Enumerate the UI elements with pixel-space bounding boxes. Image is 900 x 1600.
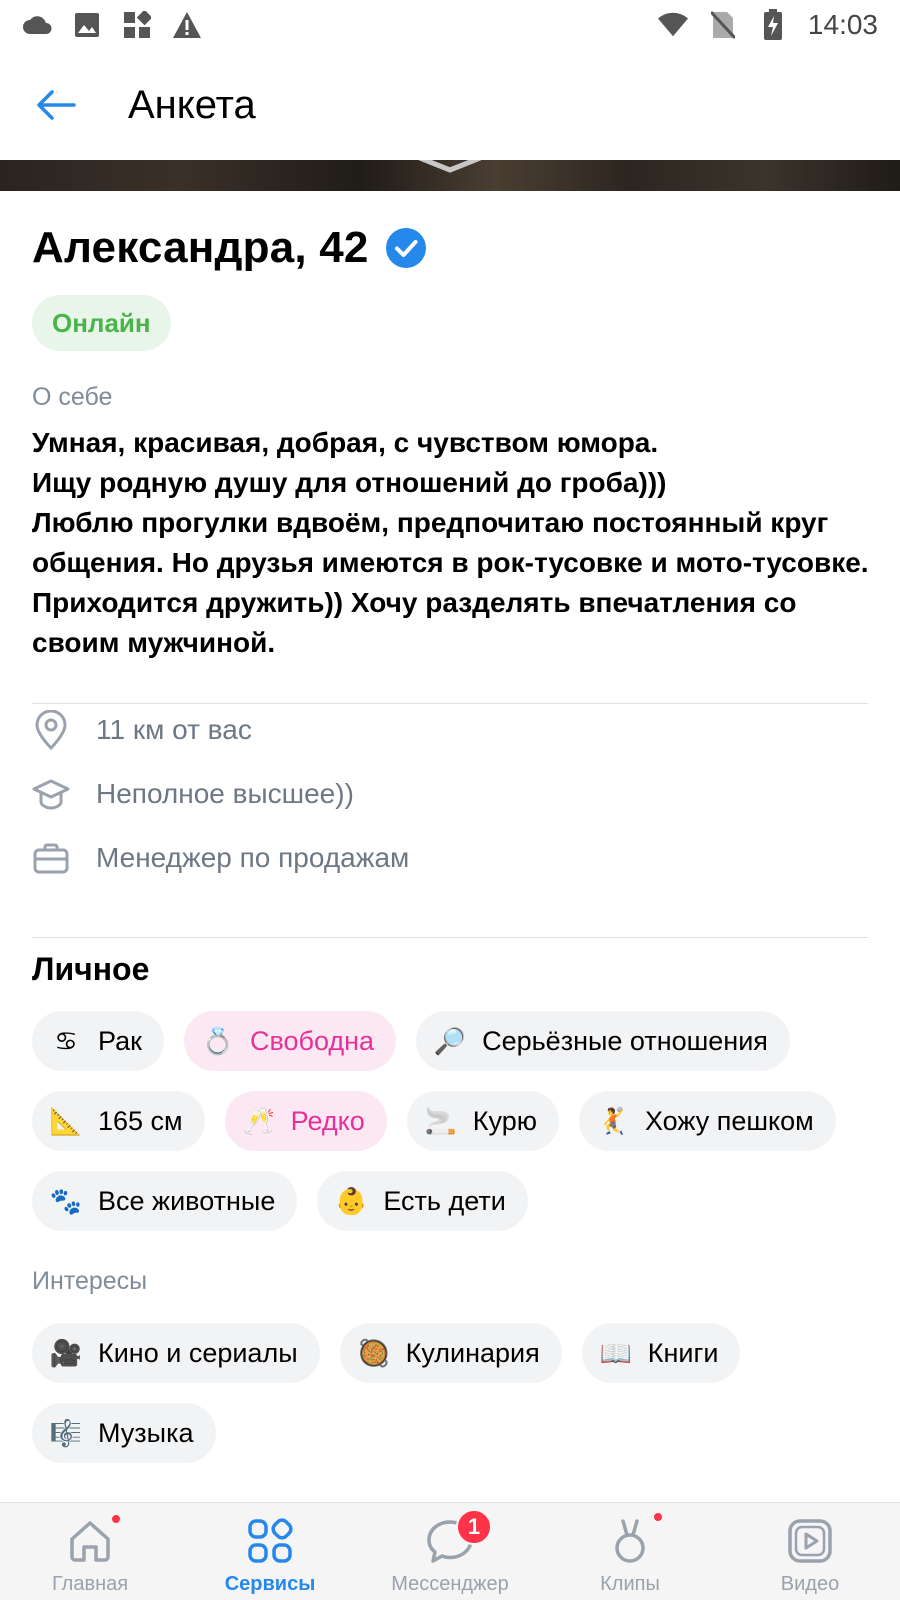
- zodiac-cancer-icon: ♋: [54, 1026, 78, 1056]
- clips-icon: [602, 1511, 664, 1569]
- interests-label: Интересы: [32, 1267, 148, 1295]
- handball-icon: 🤾: [596, 1106, 630, 1136]
- tab-label: Сервисы: [224, 1573, 316, 1595]
- chip-interest-movies[interactable]: 🎥 Кино и сериалы: [32, 1323, 320, 1383]
- battery-charging-icon: [758, 9, 788, 40]
- status-bar-right: 14:03: [657, 9, 878, 41]
- profile-name: Александра, 42: [32, 223, 369, 272]
- info-education: Неполное высшее)): [32, 775, 354, 813]
- status-time: 14:03: [807, 9, 878, 40]
- verified-check-icon: [385, 228, 426, 268]
- chip-pets[interactable]: 🐾 Все животные: [32, 1171, 298, 1231]
- personal-section-title: Личное: [32, 951, 150, 987]
- ruler-icon: 📐: [49, 1106, 83, 1136]
- info-distance: 11 км от вас: [32, 710, 252, 750]
- name-row: Александра, 42: [32, 223, 427, 273]
- tab-services[interactable]: Сервисы: [180, 1503, 360, 1600]
- magnifier-icon: 🔎: [433, 1026, 467, 1056]
- paw-prints-icon: 🐾: [49, 1186, 83, 1216]
- cigarette-icon: 🚬: [424, 1106, 457, 1136]
- image-icon: [72, 10, 102, 40]
- briefcase-icon: [32, 839, 70, 877]
- tab-clips[interactable]: Клипы: [540, 1503, 720, 1600]
- musical-score-icon: 🎼: [49, 1418, 83, 1448]
- chip-label: Рак: [98, 1025, 142, 1056]
- tab-label: Мессенджер: [391, 1573, 509, 1595]
- home-icon: [62, 1513, 122, 1569]
- chip-smoking[interactable]: 🚬 Курю: [406, 1091, 559, 1151]
- cooking-pan-icon: 🥘: [357, 1338, 390, 1368]
- personal-chips: ♋ Рак 💍 Свободна 🔎 Серьёзные отношения 📐 165…: [32, 1011, 882, 1231]
- message-bubble-icon: 1: [422, 1509, 492, 1569]
- tab-video[interactable]: Видео: [720, 1503, 900, 1600]
- chevron-down-icon[interactable]: [414, 160, 486, 178]
- chip-sport[interactable]: 🤾 Хожу пешком: [578, 1091, 836, 1151]
- chip-zodiac[interactable]: ♋ Рак: [32, 1011, 164, 1071]
- wifi-icon: [657, 10, 688, 40]
- graduation-cap-icon: [32, 775, 70, 813]
- no-sim-icon: [708, 10, 738, 40]
- chip-looking-for[interactable]: 🔎 Серьёзные отношения: [416, 1011, 790, 1071]
- chip-interest-cooking[interactable]: 🥘 Кулинария: [339, 1323, 562, 1383]
- info-job-text: Менеджер по продажам: [96, 842, 410, 873]
- profile-photo[interactable]: [0, 160, 900, 191]
- apps-icon: [122, 10, 152, 40]
- chip-relationship-status[interactable]: 💍 Свободна: [183, 1011, 397, 1071]
- tab-label: Видео: [780, 1573, 840, 1595]
- arrow-left-icon: [37, 90, 76, 120]
- interests-chips: 🎥 Кино и сериалы 🥘 Кулинария 📖 Книги 🎼 Музык…: [32, 1323, 882, 1463]
- unread-counter-badge: 1: [456, 1509, 492, 1545]
- tab-label: Главная: [51, 1573, 129, 1595]
- info-distance-text: 11 км от вас: [96, 714, 252, 745]
- page-title: Анкета: [128, 82, 256, 127]
- champagne-icon: 🥂: [242, 1106, 275, 1136]
- ring-icon: 💍: [201, 1026, 235, 1056]
- online-status-badge: Онлайн: [32, 295, 171, 351]
- info-job: Менеджер по продажам: [32, 839, 409, 877]
- back-button[interactable]: [26, 75, 86, 135]
- tab-messenger[interactable]: 1 Мессенджер: [360, 1503, 540, 1600]
- notification-dot: [652, 1511, 664, 1523]
- chip-height[interactable]: 📐 165 см: [32, 1091, 205, 1151]
- chip-label: Кулинария: [405, 1337, 540, 1368]
- warning-icon: [172, 10, 202, 40]
- baby-icon: 👶: [335, 1186, 368, 1216]
- about-text: Умная, красивая, добрая, с чувством юмор…: [32, 427, 869, 658]
- app-header: Анкета: [0, 50, 900, 160]
- video-play-icon: [782, 1513, 838, 1569]
- chip-label: Свободна: [249, 1025, 375, 1056]
- divider: [32, 937, 868, 938]
- chip-interest-books[interactable]: 📖 Книги: [581, 1323, 741, 1383]
- chip-label: Курю: [472, 1105, 537, 1136]
- notification-dot: [110, 1513, 122, 1525]
- info-education-text: Неполное высшее)): [96, 778, 354, 809]
- open-book-icon: 📖: [599, 1338, 632, 1368]
- status-bar-left: [22, 10, 202, 40]
- chip-alcohol[interactable]: 🥂 Редко: [224, 1091, 387, 1151]
- chip-label: Музыка: [98, 1417, 194, 1448]
- about-label: О себе: [32, 383, 113, 411]
- chip-label: Серьёзные отношения: [482, 1025, 768, 1056]
- chip-label: Кино и сериалы: [98, 1337, 298, 1368]
- chip-interest-music[interactable]: 🎼 Музыка: [32, 1403, 216, 1463]
- divider: [32, 703, 868, 704]
- chip-label: Все животные: [98, 1185, 276, 1216]
- location-pin-icon: [32, 710, 70, 750]
- tab-home[interactable]: Главная: [0, 1503, 180, 1600]
- services-grid-icon: [242, 1513, 298, 1569]
- chip-label: 165 см: [98, 1105, 183, 1136]
- movie-camera-icon: 🎥: [49, 1338, 83, 1368]
- status-bar: 14:03: [0, 0, 900, 50]
- bottom-tab-bar: Главная Сервисы 1 Мессенджер Клипы Видео: [0, 1502, 900, 1600]
- chip-label: Есть дети: [383, 1185, 506, 1216]
- chip-label: Книги: [647, 1337, 719, 1368]
- cloud-icon: [22, 10, 52, 40]
- chip-label: Хожу пешком: [644, 1105, 814, 1136]
- chip-label: Редко: [290, 1105, 365, 1136]
- chip-children[interactable]: 👶 Есть дети: [317, 1171, 528, 1231]
- tab-label: Клипы: [600, 1573, 660, 1595]
